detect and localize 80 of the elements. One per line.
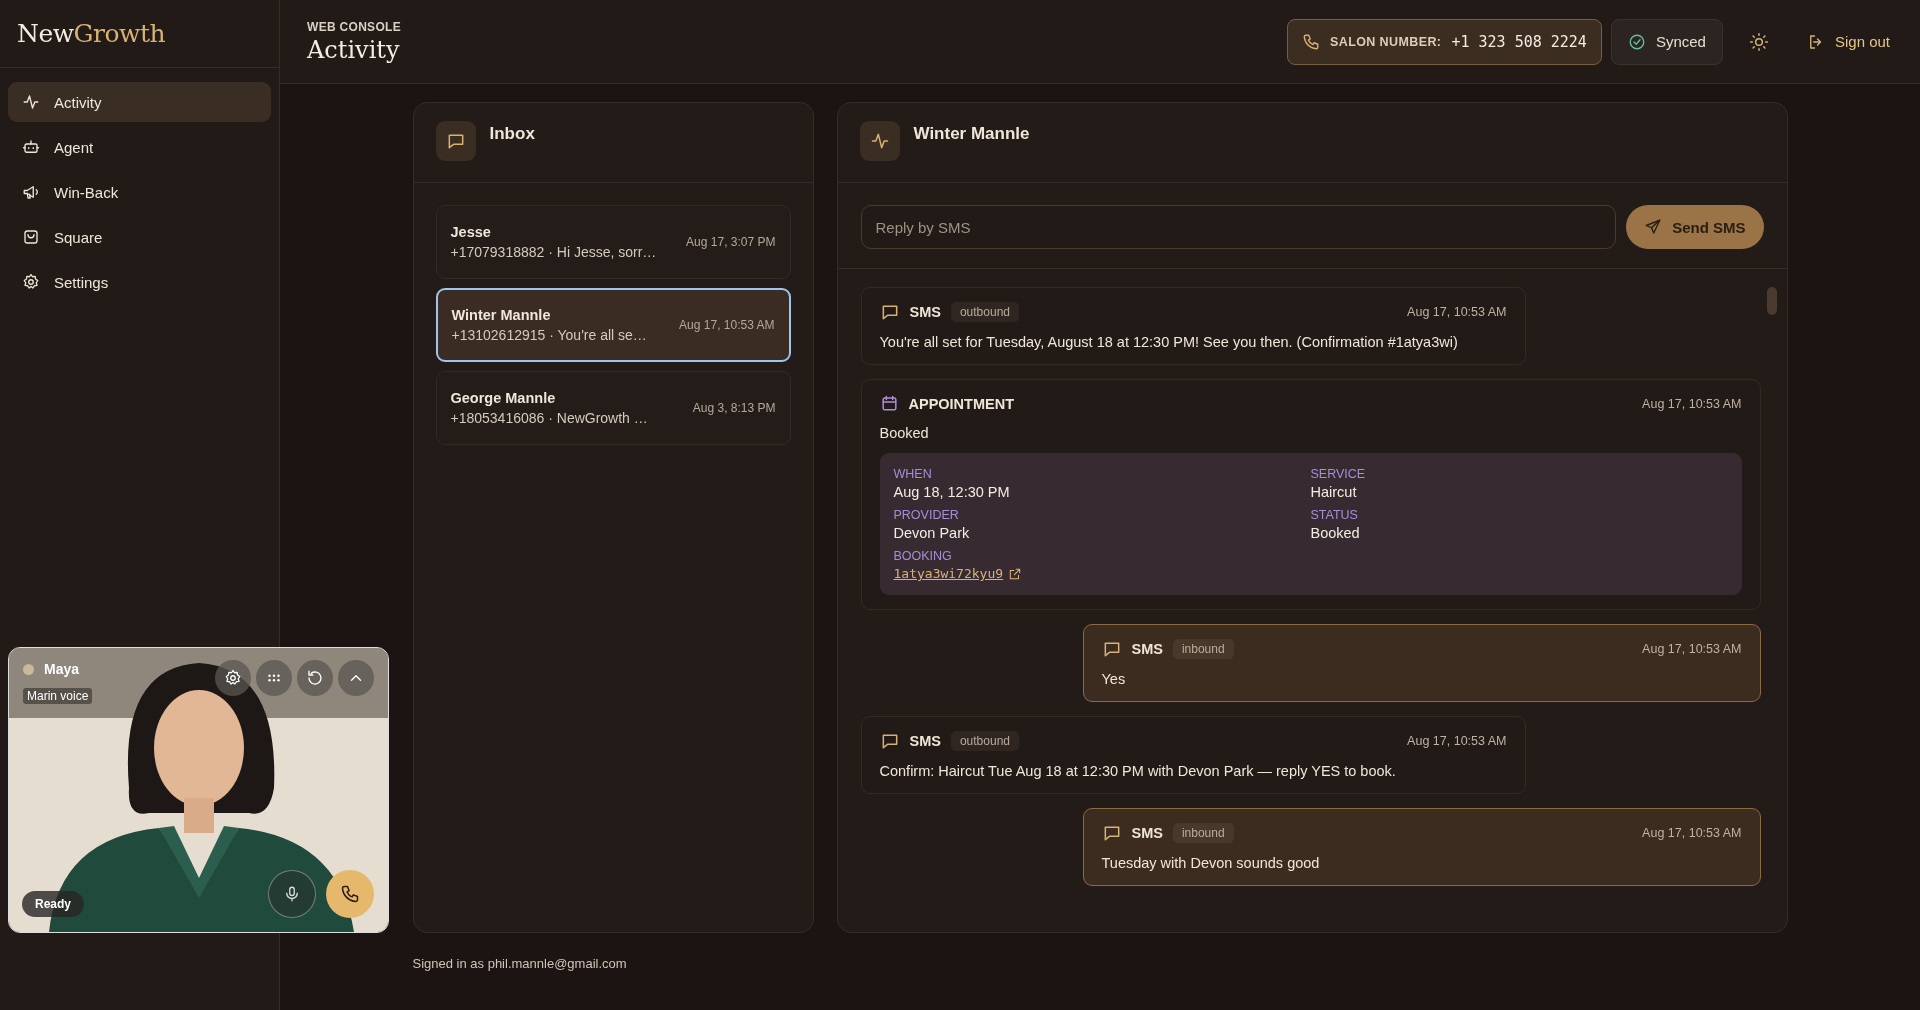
brand-logo: NewGrowth	[17, 19, 166, 48]
detail-label: WHEN	[893, 467, 933, 481]
scrollbar-thumb[interactable]	[1766, 287, 1777, 315]
contact-name: Jesse	[450, 224, 492, 240]
direction-tag: outbound	[950, 731, 1019, 751]
message-preview: +17079318882 · Hi Jesse, sorr…	[450, 244, 658, 260]
sidebar-item[interactable]: Agent	[8, 127, 271, 167]
conversation-item[interactable]: Winter Mannle +13102612915 · You're all se… Aug 17, 10:53 AM	[435, 288, 791, 362]
agent-voice: Marin voice	[23, 688, 93, 704]
settings-icon	[224, 669, 242, 687]
sidebar-item[interactable]: Settings	[8, 262, 271, 302]
message-type: SMS	[1131, 641, 1163, 657]
mic-icon	[283, 885, 301, 903]
detail-value: Haircut	[1310, 484, 1358, 500]
settings-icon	[22, 273, 40, 291]
message-text: Confirm: Haircut Tue Aug 18 at 12:30 PM with Devon Park — reply YES to book.	[879, 763, 1397, 779]
status-dot	[23, 663, 34, 675]
sun-icon	[1748, 31, 1769, 52]
message-text: You're all set for Tuesday, August 18 at 12:30 PM! See you then. (Confirmation #1atya3wi)	[879, 334, 1459, 350]
detail-value: Aug 18, 12:30 PM	[893, 484, 1011, 500]
sync-status: Synced	[1610, 18, 1723, 65]
message-type: SMS	[1131, 825, 1163, 841]
sidebar-item[interactable]: Activity	[8, 82, 271, 122]
message-time: Aug 17, 10:53 AM	[1407, 734, 1507, 748]
message-preview: +18053416086 · NewGrowth …	[450, 410, 649, 426]
booking-link[interactable]: 1atya3wi72kyu9	[893, 566, 1004, 581]
calendar-icon	[879, 394, 899, 413]
agent-name: Maya	[44, 661, 80, 677]
direction-tag: inbound	[1172, 823, 1234, 843]
theme-toggle[interactable]	[1748, 31, 1769, 52]
message-time: Aug 17, 10:53 AM	[1407, 305, 1507, 319]
mic-button[interactable]	[268, 870, 316, 918]
page-eyebrow: WEB CONSOLE	[307, 19, 401, 34]
contact-name: Winter Mannle	[451, 307, 552, 323]
message-preview: +13102612915 · You're all se…	[451, 327, 648, 343]
send-sms-button[interactable]: Send SMS	[1626, 205, 1764, 249]
message-text: Tuesday with Devon sounds good	[1101, 855, 1321, 871]
bag-icon	[22, 228, 40, 246]
message-text: Yes	[1101, 671, 1127, 687]
conversation-item[interactable]: George Mannle +18053416086 · NewGrowth … Aug 3, 8:13 PM	[435, 371, 791, 445]
status-badge: Ready	[22, 891, 85, 917]
message-time: Aug 17, 10:53 AM	[1642, 642, 1742, 656]
message-time: Aug 17, 10:53 AM	[1642, 826, 1742, 840]
direction-tag: outbound	[950, 302, 1019, 322]
signed-in-text: Signed in as phil.mannle@gmail.com	[412, 955, 628, 971]
page-title: Activity	[307, 35, 401, 64]
appointment-status: Booked	[879, 425, 930, 441]
detail-label: BOOKING	[893, 549, 953, 563]
send-icon	[1644, 218, 1663, 236]
conversation-time: Aug 17, 10:53 AM	[679, 318, 775, 332]
external-link-icon	[1008, 566, 1023, 581]
pulse-glyph-icon	[869, 131, 890, 151]
robot-icon	[22, 138, 40, 156]
sign-out-button[interactable]: Sign out	[1806, 32, 1890, 51]
sidebar-item[interactable]: Square	[8, 217, 271, 257]
detail-value: Devon Park	[893, 525, 971, 541]
reply-field[interactable]: Reply by SMS	[860, 205, 1617, 249]
message-type: SMS	[909, 733, 941, 749]
message-time: Aug 17, 10:53 AM	[1642, 396, 1742, 411]
message-type: SMS	[909, 304, 941, 320]
detail-label: PROVIDER	[893, 508, 960, 522]
conversation-time: Aug 17, 3:07 PM	[686, 235, 776, 249]
contact-name: George Mannle	[450, 390, 557, 406]
detail-label: STATUS	[1310, 508, 1359, 522]
salon-number-badge: SALON NUMBER: +1 323 508 2224	[1287, 18, 1602, 65]
phone-icon	[340, 884, 360, 904]
panel-title: Inbox	[489, 123, 535, 144]
detail-label: SERVICE	[1310, 467, 1367, 481]
rotate-icon	[306, 669, 324, 687]
direction-tag: inbound	[1172, 639, 1234, 659]
check-circle-icon	[1627, 32, 1646, 51]
detail-value: Booked	[1310, 525, 1361, 541]
event-type: APPOINTMENT	[908, 395, 1015, 412]
conversation-time: Aug 3, 8:13 PM	[692, 401, 776, 415]
pulse-icon	[22, 93, 40, 111]
megaphone-icon	[22, 183, 40, 201]
conversation-item[interactable]: Jesse +17079318882 · Hi Jesse, sorr… Aug 17, 3:07 PM	[435, 205, 791, 279]
panel-title: Winter Mannle	[913, 123, 1030, 144]
phone-icon	[1302, 32, 1320, 51]
sidebar-item[interactable]: Win-Back	[8, 172, 271, 212]
